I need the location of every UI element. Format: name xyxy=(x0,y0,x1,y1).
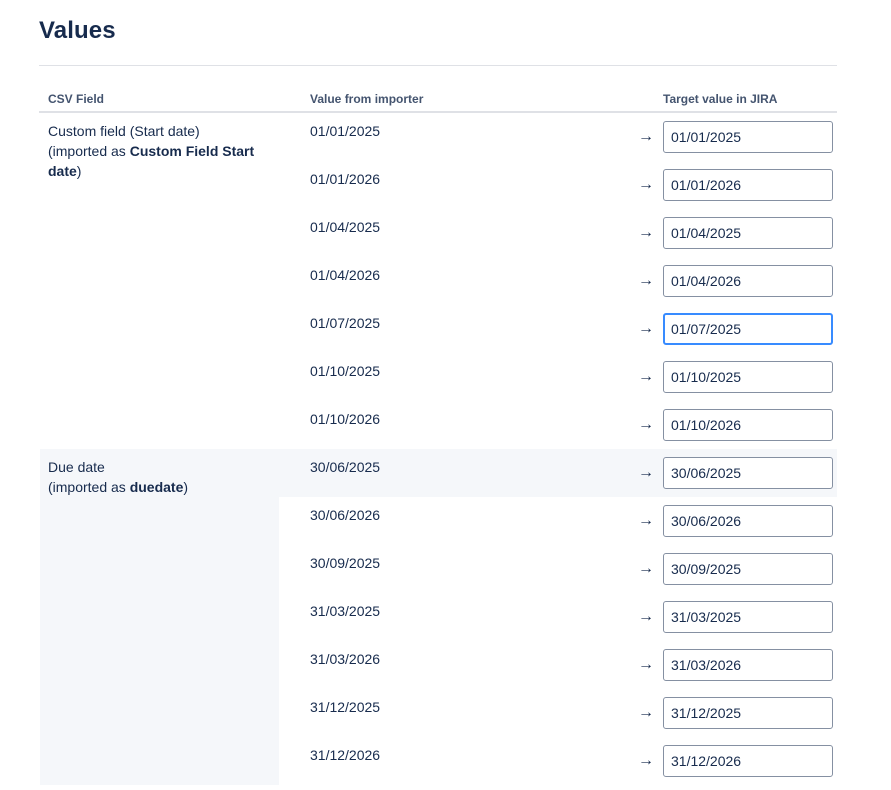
arrow-right-icon: → xyxy=(638,176,654,193)
due-date-field-cell xyxy=(40,449,279,785)
importer-value: 31/03/2025 xyxy=(310,603,381,619)
target-value-input[interactable] xyxy=(663,505,833,537)
field-label-due-date: Due date (imported as duedate) xyxy=(48,457,268,497)
target-value-input[interactable] xyxy=(663,217,833,249)
target-value-input[interactable] xyxy=(663,361,833,393)
target-value-input[interactable] xyxy=(663,601,833,633)
importer-value: 30/09/2025 xyxy=(310,555,381,571)
importer-value: 31/12/2026 xyxy=(310,747,381,763)
value-mapping-row: 01/01/2025 → xyxy=(279,113,837,161)
importer-value: 31/03/2026 xyxy=(310,651,381,667)
arrow-right-icon: → xyxy=(638,608,654,625)
arrow-right-icon: → xyxy=(638,320,654,337)
arrow-right-icon: → xyxy=(638,272,654,289)
title-divider xyxy=(39,65,837,66)
value-mapping-row: 31/03/2025 → xyxy=(279,593,837,641)
importer-value: 01/01/2026 xyxy=(310,171,381,187)
imported-as-suffix: ) xyxy=(76,163,82,179)
importer-value: 30/06/2025 xyxy=(310,459,381,475)
target-value-input[interactable] xyxy=(663,409,833,441)
target-value-input[interactable] xyxy=(663,313,833,345)
imported-as-suffix: ) xyxy=(183,479,189,495)
importer-value: 01/01/2025 xyxy=(310,123,381,139)
target-value-input[interactable] xyxy=(663,265,833,297)
arrow-right-icon: → xyxy=(638,464,654,481)
value-mapping-row: 31/12/2026 → xyxy=(279,737,837,785)
column-header-target-value: Target value in JIRA xyxy=(663,92,778,106)
arrow-right-icon: → xyxy=(638,416,654,433)
arrow-right-icon: → xyxy=(638,560,654,577)
value-mapping-row: 31/03/2026 → xyxy=(279,641,837,689)
arrow-right-icon: → xyxy=(638,752,654,769)
value-mapping-row: 01/04/2025 → xyxy=(279,209,837,257)
importer-value: 01/10/2025 xyxy=(310,363,381,379)
importer-value: 01/07/2025 xyxy=(310,315,381,331)
value-mapping-row: 30/06/2025 → xyxy=(279,449,837,497)
value-mapping-row: 30/06/2026 → xyxy=(279,497,837,545)
imported-as-prefix: (imported as xyxy=(48,143,130,159)
importer-value: 01/04/2025 xyxy=(310,219,381,235)
target-value-input[interactable] xyxy=(663,169,833,201)
value-mapping-row: 30/09/2025 → xyxy=(279,545,837,593)
imported-as-name: duedate xyxy=(129,479,184,495)
target-value-input[interactable] xyxy=(663,553,833,585)
value-mapping-row: 01/10/2025 → xyxy=(279,353,837,401)
column-header-csv-field: CSV Field xyxy=(48,92,105,106)
target-value-input[interactable] xyxy=(663,697,833,729)
importer-value: 01/10/2026 xyxy=(310,411,381,427)
value-mapping-row: 01/04/2026 → xyxy=(279,257,837,305)
target-value-input[interactable] xyxy=(663,457,833,489)
target-value-input[interactable] xyxy=(663,121,833,153)
importer-value: 01/04/2026 xyxy=(310,267,381,283)
importer-value: 30/06/2026 xyxy=(310,507,381,523)
arrow-right-icon: → xyxy=(638,704,654,721)
value-mapping-row: 01/10/2026 → xyxy=(279,401,837,449)
field-name: Custom field (Start date) xyxy=(48,123,200,139)
arrow-right-icon: → xyxy=(638,224,654,241)
arrow-right-icon: → xyxy=(638,512,654,529)
target-value-input[interactable] xyxy=(663,649,833,681)
arrow-right-icon: → xyxy=(638,128,654,145)
arrow-right-icon: → xyxy=(638,368,654,385)
column-header-value-from-importer: Value from importer xyxy=(310,92,424,106)
value-mapping-row: 01/07/2025 → xyxy=(279,305,837,353)
page-title: Values xyxy=(39,17,116,44)
field-label-start-date: Custom field (Start date) (imported as C… xyxy=(48,121,268,181)
arrow-right-icon: → xyxy=(638,656,654,673)
importer-value: 31/12/2025 xyxy=(310,699,381,715)
value-mapping-row: 01/01/2026 → xyxy=(279,161,837,209)
imported-as-prefix: (imported as xyxy=(48,479,130,495)
target-value-input[interactable] xyxy=(663,745,833,777)
field-name: Due date xyxy=(48,459,105,475)
value-mapping-row: 31/12/2025 → xyxy=(279,689,837,737)
